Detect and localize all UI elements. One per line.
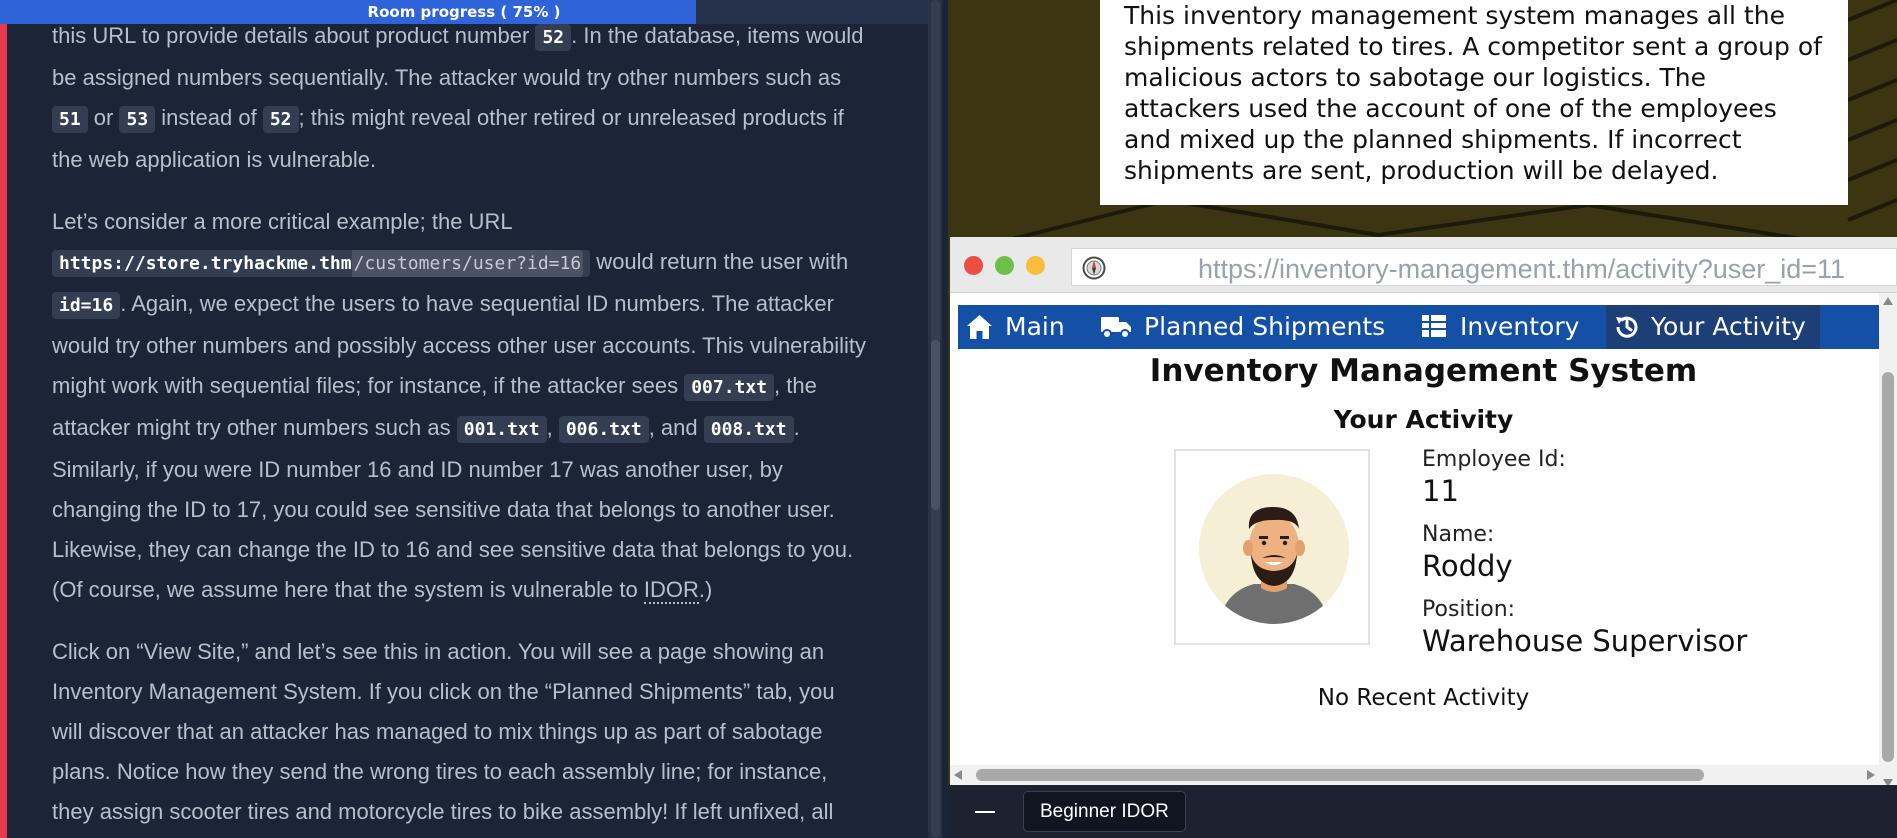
url-host: https://store.tryhackme.thm [59,253,352,274]
text-run: or [87,105,120,130]
nav-main[interactable]: Main [966,305,1076,349]
article-paragraph-3: Click on “View Site,” and let’s see this… [52,639,835,824]
app-navbar: Main Planned Shipments Inventory Your Ac… [958,305,1897,349]
text-run: , and [648,415,704,440]
horizontal-scroll-thumb[interactable] [976,769,1704,781]
scroll-up-icon[interactable] [1883,297,1893,305]
text-run: Let’s consider a more critical example; … [52,209,512,234]
browser-toolbar: https://inventory-management.thm/activit… [950,237,1897,293]
room-content-pane: Room progress ( 75% ) this URL to provid… [0,0,948,838]
inline-code: 008.txt [703,416,794,443]
machine-view-pane: This inventory management system manages… [948,0,1897,838]
text-run: this URL to provide details about produc… [52,23,536,48]
employee-id-value: 11 [1422,474,1459,508]
table-icon [1422,315,1446,337]
article-paragraph-1: this URL to provide details about produc… [52,16,867,180]
inline-code: 52 [262,106,299,133]
inline-code: 006.txt [558,416,649,443]
page-title: Inventory Management System [1149,353,1698,389]
address-bar-url: https://inventory-management.thm/activit… [1198,254,1846,284]
scroll-right-icon[interactable] [1867,770,1875,780]
user-avatar-illustration [1199,474,1349,624]
text-run: would return the user with [590,249,849,274]
inline-code: 007.txt [684,374,775,401]
window-maximize-button[interactable] [995,256,1014,275]
url-path-highlight: /customers/user?id=16 [351,250,584,277]
divider-scrollbar[interactable] [928,0,942,838]
inline-code: 53 [119,106,156,133]
browser-horizontal-scrollbar[interactable] [950,765,1879,785]
scenario-description: This inventory management system manages… [1124,1,1822,185]
avatar [1174,449,1370,645]
window-close-button[interactable] [964,256,983,275]
text-run: , [546,415,559,440]
inline-code-url: https://store.tryhackme.thm/customers/us… [52,250,591,277]
employee-name-label: Name: [1422,522,1495,547]
compass-icon [1082,256,1106,280]
vm-taskbar: Beginner IDOR [948,785,1897,838]
task-article: this URL to provide details about produc… [52,16,867,838]
inline-code: 51 [52,106,88,133]
section-title: Your Activity [1333,405,1514,434]
vertical-scroll-thumb[interactable] [1882,372,1894,762]
window-minimize-button[interactable] [1026,256,1045,275]
browser-vertical-scrollbar[interactable] [1879,293,1897,791]
text-run: . Similarly, if you were ID number 16 an… [52,415,854,602]
employee-id-label: Employee Id: [1422,447,1566,472]
nav-inventory-label: Inventory [1460,312,1580,341]
article-paragraph-2: Let’s consider a more critical example; … [52,202,867,610]
nav-your-activity[interactable]: Your Activity [1606,305,1820,349]
employee-position-label: Position: [1422,597,1516,622]
home-icon [967,315,992,339]
scenario-description-card: This inventory management system manages… [1100,0,1848,205]
nav-your-activity-label: Your Activity [1651,312,1806,341]
employee-name-value: Roddy [1422,549,1513,583]
scroll-left-icon[interactable] [954,770,962,780]
browser-window: https://inventory-management.thm/activit… [950,237,1897,791]
minimize-icon[interactable] [970,797,1000,827]
address-bar[interactable]: https://inventory-management.thm/activit… [1071,248,1897,286]
history-icon [1616,316,1638,338]
nav-planned-shipments[interactable]: Planned Shipments [1100,305,1400,349]
nav-inventory[interactable]: Inventory [1421,305,1581,349]
divider-scroll-thumb[interactable] [931,340,940,510]
nav-main-label: Main [1005,312,1065,341]
abbreviation-idor[interactable]: IDOR [643,577,699,604]
taskbar-tab-beginner-idor[interactable]: Beginner IDOR [1023,791,1186,832]
nav-planned-shipments-label: Planned Shipments [1144,312,1386,341]
left-accent-bar [0,0,7,838]
inline-code: 52 [535,24,572,51]
no-activity-message: No Recent Activity [1317,685,1530,711]
text-run: .) [698,577,713,602]
text-run: instead of [155,105,263,130]
truck-icon [1101,317,1131,339]
employee-position-value: Warehouse Supervisor [1422,624,1748,658]
inline-code: id=16 [52,292,121,319]
inline-code: 001.txt [456,416,547,443]
